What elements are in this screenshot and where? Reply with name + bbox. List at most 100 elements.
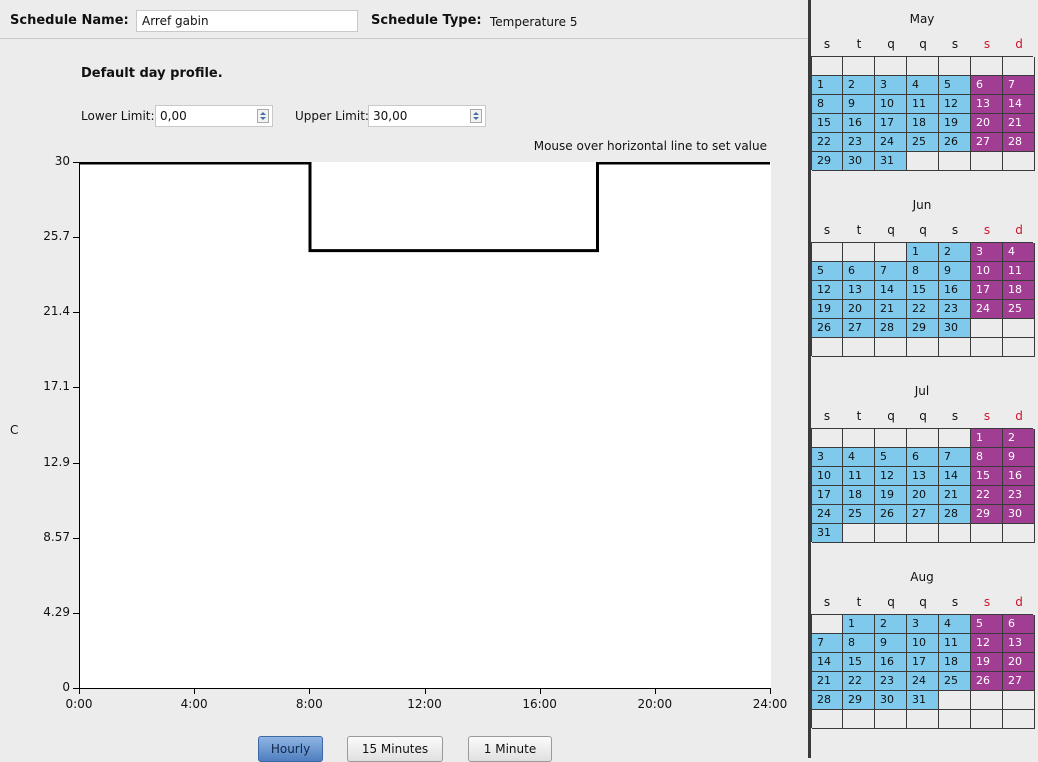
calendar-day-cell[interactable]: 6 [971, 76, 1003, 95]
calendar-day-cell[interactable]: 14 [939, 467, 971, 486]
calendar-day-cell[interactable]: 19 [939, 114, 971, 133]
calendar-day-cell[interactable]: 5 [971, 615, 1003, 634]
calendar-day-cell[interactable]: 5 [939, 76, 971, 95]
calendar-day-cell[interactable]: 22 [812, 133, 843, 152]
calendar-day-cell[interactable]: 29 [843, 691, 875, 710]
calendar-day-cell[interactable]: 26 [939, 133, 971, 152]
calendar-day-cell[interactable]: 27 [1003, 672, 1035, 691]
calendar-day-cell[interactable]: 30 [843, 152, 875, 171]
calendar-day-cell[interactable]: 26 [875, 505, 907, 524]
calendar-day-cell[interactable]: 11 [1003, 262, 1035, 281]
calendar-day-cell[interactable]: 6 [907, 448, 939, 467]
calendar-day-cell[interactable]: 16 [843, 114, 875, 133]
calendar-day-cell[interactable]: 25 [907, 133, 939, 152]
calendar-day-cell[interactable]: 31 [907, 691, 939, 710]
calendar-day-cell[interactable]: 13 [971, 95, 1003, 114]
calendar-day-cell[interactable]: 15 [812, 114, 843, 133]
calendar-day-cell[interactable]: 4 [843, 448, 875, 467]
calendar-day-cell[interactable]: 29 [812, 152, 843, 171]
calendar-day-cell[interactable]: 23 [875, 672, 907, 691]
calendar-day-cell[interactable]: 9 [875, 634, 907, 653]
calendar-day-cell[interactable]: 8 [907, 262, 939, 281]
calendar-day-cell[interactable]: 10 [907, 634, 939, 653]
calendar-day-cell[interactable]: 28 [939, 505, 971, 524]
calendar-day-cell[interactable]: 10 [971, 262, 1003, 281]
calendar-day-cell[interactable]: 4 [907, 76, 939, 95]
calendar-day-cell[interactable]: 3 [971, 243, 1003, 262]
15-minutes-button[interactable]: 15 Minutes [347, 736, 443, 762]
lower-limit-spinner[interactable]: 0,00 [155, 105, 273, 127]
calendar-day-cell[interactable]: 25 [843, 505, 875, 524]
calendar-day-cell[interactable]: 5 [875, 448, 907, 467]
calendar-day-cell[interactable]: 28 [812, 691, 843, 710]
calendar-day-cell[interactable]: 19 [971, 653, 1003, 672]
calendar-day-cell[interactable]: 10 [812, 467, 843, 486]
calendar-day-cell[interactable]: 4 [939, 615, 971, 634]
calendar-day-cell[interactable]: 31 [812, 524, 843, 543]
calendar-day-cell[interactable]: 19 [812, 300, 843, 319]
calendar-day-cell[interactable]: 4 [1003, 243, 1035, 262]
calendar-day-cell[interactable]: 7 [939, 448, 971, 467]
calendar-day-cell[interactable]: 7 [1003, 76, 1035, 95]
calendar-day-cell[interactable]: 8 [843, 634, 875, 653]
calendar-day-cell[interactable]: 31 [875, 152, 907, 171]
calendar-day-cell[interactable]: 24 [907, 672, 939, 691]
calendar-day-cell[interactable]: 29 [971, 505, 1003, 524]
spinner-arrows-icon[interactable] [257, 109, 269, 123]
calendar-day-cell[interactable]: 21 [939, 486, 971, 505]
calendar-day-cell[interactable]: 11 [939, 634, 971, 653]
calendar-day-cell[interactable]: 16 [1003, 467, 1035, 486]
calendar-day-cell[interactable]: 20 [1003, 653, 1035, 672]
calendar-day-cell[interactable]: 23 [939, 300, 971, 319]
calendar-day-cell[interactable]: 22 [907, 300, 939, 319]
calendar-day-cell[interactable]: 22 [843, 672, 875, 691]
calendar-day-cell[interactable]: 12 [875, 467, 907, 486]
calendar-day-cell[interactable]: 2 [939, 243, 971, 262]
calendar-day-cell[interactable]: 30 [939, 319, 971, 338]
calendar-day-cell[interactable]: 27 [907, 505, 939, 524]
upper-limit-spinner[interactable]: 30,00 [368, 105, 486, 127]
calendar-day-cell[interactable]: 1 [812, 76, 843, 95]
calendar-day-cell[interactable]: 23 [843, 133, 875, 152]
calendar-day-cell[interactable]: 14 [1003, 95, 1035, 114]
calendar-day-cell[interactable]: 7 [875, 262, 907, 281]
calendar-day-cell[interactable]: 16 [939, 281, 971, 300]
calendar-day-cell[interactable]: 17 [812, 486, 843, 505]
day-profile-plot-area[interactable] [79, 162, 771, 689]
calendar-day-cell[interactable]: 22 [971, 486, 1003, 505]
calendar-day-cell[interactable]: 3 [875, 76, 907, 95]
calendar-day-cell[interactable]: 14 [812, 653, 843, 672]
calendar-day-cell[interactable]: 10 [875, 95, 907, 114]
calendar-day-cell[interactable]: 26 [971, 672, 1003, 691]
calendar-day-cell[interactable]: 29 [907, 319, 939, 338]
calendar-day-cell[interactable]: 24 [971, 300, 1003, 319]
calendar-day-cell[interactable]: 16 [875, 653, 907, 672]
calendar-day-cell[interactable]: 1 [971, 429, 1003, 448]
calendar-day-cell[interactable]: 12 [971, 634, 1003, 653]
calendar-day-cell[interactable]: 2 [843, 76, 875, 95]
day-profile-chart[interactable] [79, 162, 771, 689]
1-minute-button[interactable]: 1 Minute [468, 736, 552, 762]
calendar-day-cell[interactable]: 12 [939, 95, 971, 114]
calendar-day-cell[interactable]: 2 [1003, 429, 1035, 448]
calendar-day-cell[interactable]: 15 [843, 653, 875, 672]
calendar-day-cell[interactable]: 21 [875, 300, 907, 319]
calendar-day-cell[interactable]: 25 [939, 672, 971, 691]
calendar-day-cell[interactable]: 9 [1003, 448, 1035, 467]
calendar-day-cell[interactable]: 8 [812, 95, 843, 114]
calendar-day-cell[interactable]: 17 [907, 653, 939, 672]
calendar-day-cell[interactable]: 18 [939, 653, 971, 672]
calendar-day-cell[interactable]: 8 [971, 448, 1003, 467]
calendar-day-cell[interactable]: 30 [1003, 505, 1035, 524]
calendar-day-cell[interactable]: 2 [875, 615, 907, 634]
calendar-day-cell[interactable]: 1 [843, 615, 875, 634]
calendar-day-cell[interactable]: 18 [1003, 281, 1035, 300]
calendar-day-cell[interactable]: 15 [971, 467, 1003, 486]
calendar-day-cell[interactable]: 18 [843, 486, 875, 505]
calendar-day-cell[interactable]: 27 [971, 133, 1003, 152]
calendar-day-cell[interactable]: 12 [812, 281, 843, 300]
calendar-day-cell[interactable]: 6 [1003, 615, 1035, 634]
hourly-button[interactable]: Hourly [258, 736, 323, 762]
calendar-day-cell[interactable]: 20 [843, 300, 875, 319]
calendar-day-cell[interactable]: 21 [1003, 114, 1035, 133]
